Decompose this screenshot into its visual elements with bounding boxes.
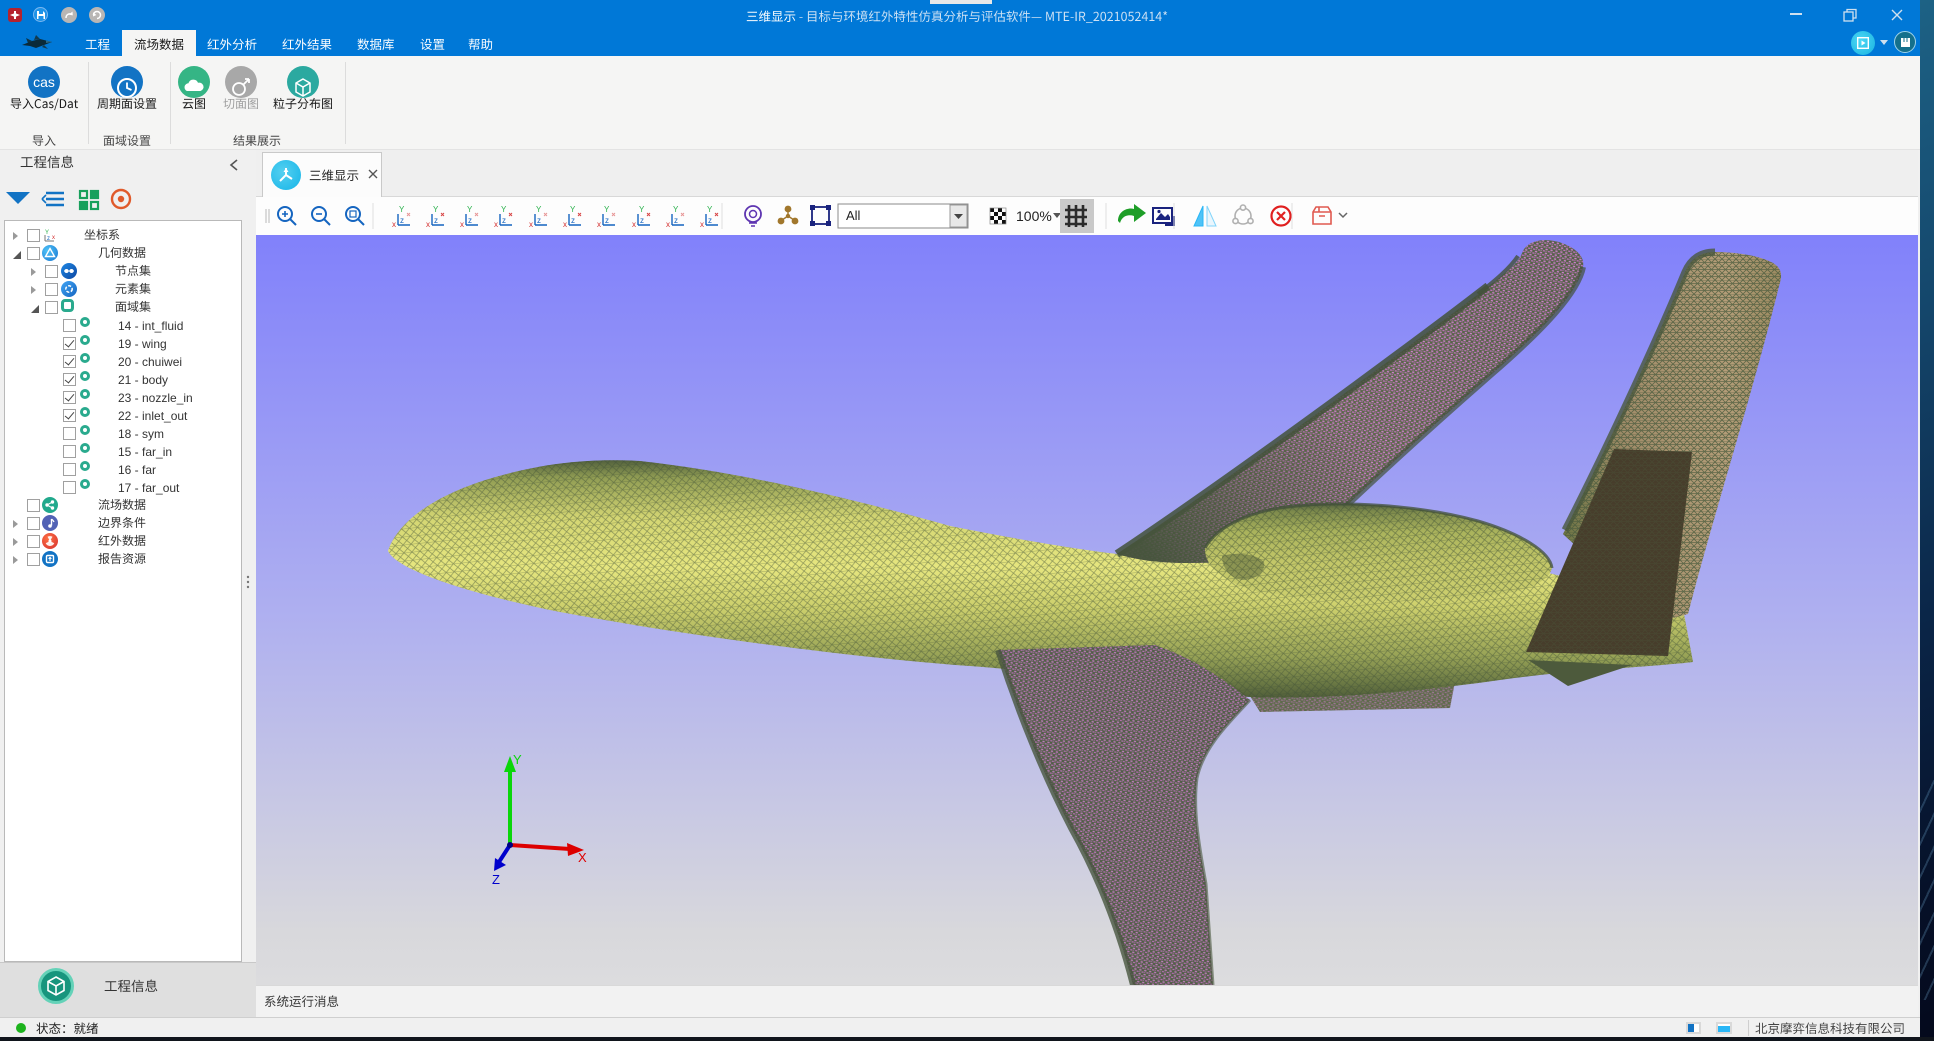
svg-text:x: x <box>426 220 430 229</box>
svg-text:x: x <box>494 220 498 229</box>
svg-text:Y: Y <box>707 205 713 214</box>
svg-text:Y: Y <box>536 205 542 214</box>
svg-text:x: x <box>392 220 396 229</box>
svg-text:z: z <box>47 236 50 242</box>
svg-text:Y: Y <box>501 205 507 214</box>
svg-text:Y: Y <box>604 205 610 214</box>
svg-text:Y: Y <box>399 205 405 214</box>
svg-text:z: z <box>434 216 438 225</box>
svg-text:X: X <box>578 850 587 865</box>
svg-text:z: z <box>468 216 472 225</box>
svg-text:z: z <box>674 216 678 225</box>
svg-text:x: x <box>700 220 704 229</box>
svg-text:z: z <box>537 216 541 225</box>
svg-text:x: x <box>597 220 601 229</box>
svg-text:z: z <box>502 216 506 225</box>
svg-text:x: x <box>563 220 567 229</box>
svg-text:x: x <box>666 220 670 229</box>
svg-text:z: z <box>708 216 712 225</box>
svg-text:z: z <box>640 216 644 225</box>
svg-text:Y: Y <box>513 752 522 767</box>
svg-text:Y: Y <box>673 205 679 214</box>
svg-text:z: z <box>605 216 609 225</box>
svg-text:x: x <box>632 220 636 229</box>
svg-text:100%: 100% <box>1016 208 1052 224</box>
svg-text:z: z <box>400 216 404 225</box>
svg-text:Y: Y <box>433 205 439 214</box>
svg-text:Y: Y <box>467 205 473 214</box>
svg-text:Y: Y <box>639 205 645 214</box>
svg-text:x: x <box>529 220 533 229</box>
svg-text:Z: Z <box>492 872 500 887</box>
svg-text:All: All <box>846 208 861 223</box>
svg-text:x: x <box>460 220 464 229</box>
svg-text:z: z <box>571 216 575 225</box>
svg-text:Y: Y <box>570 205 576 214</box>
svg-text:x: x <box>52 235 55 241</box>
